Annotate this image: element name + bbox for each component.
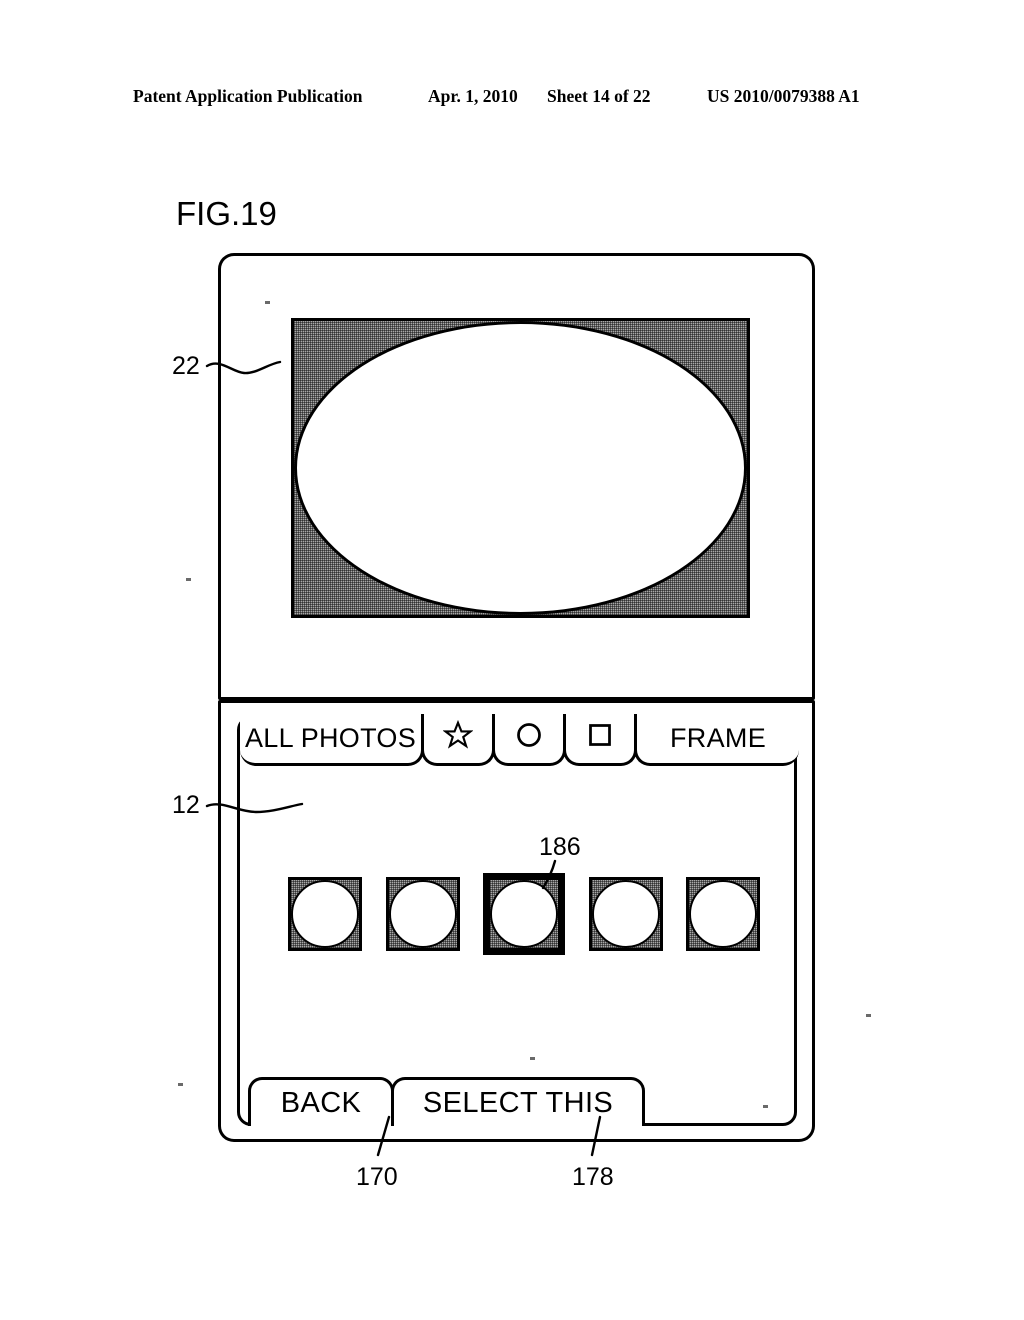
header-patent-number: US 2010/0079388 A1 [707, 86, 860, 106]
preview-image [291, 318, 750, 618]
tab-square[interactable] [563, 714, 637, 766]
scan-speck [530, 1057, 535, 1060]
page-header: Patent Application Publication Apr. 1, 2… [0, 86, 1024, 112]
category-tabstrip: ALL PHOTOS FRAME [240, 714, 799, 766]
select-this-button[interactable]: SELECT THIS [391, 1077, 645, 1126]
reference-numeral-178: 178 [572, 1163, 614, 1191]
scan-speck [265, 301, 270, 304]
tab-all-photos[interactable]: ALL PHOTOS [240, 714, 424, 766]
reference-numeral-170: 170 [356, 1163, 398, 1191]
thumbnail-item[interactable] [686, 877, 760, 951]
frame-thumbnail-strip [288, 873, 760, 955]
figure-title: FIG.19 [176, 195, 277, 232]
circle-frame-icon [689, 880, 757, 948]
back-button[interactable]: BACK [248, 1077, 394, 1126]
action-button-row: BACK SELECT THIS [248, 1077, 645, 1126]
tab-star[interactable] [421, 714, 495, 766]
tab-circle[interactable] [492, 714, 566, 766]
circle-frame-icon [388, 880, 457, 948]
reference-numeral-22: 22 [172, 352, 200, 380]
back-button-label: BACK [280, 1086, 362, 1119]
tab-frame[interactable]: FRAME [634, 714, 799, 766]
scan-speck [866, 1014, 871, 1017]
circle-icon [514, 720, 544, 757]
reference-numeral-186: 186 [539, 833, 581, 861]
square-icon [585, 720, 615, 757]
reference-numeral-12: 12 [172, 791, 200, 819]
scan-speck [178, 1083, 183, 1086]
select-this-button-label: SELECT THIS [422, 1086, 614, 1119]
tab-all-photos-label: ALL PHOTOS [244, 723, 417, 753]
circle-frame-icon [291, 880, 359, 948]
header-publication: Patent Application Publication [133, 86, 363, 106]
circle-frame-icon [591, 880, 660, 948]
preview-ellipse-mask [294, 321, 747, 615]
thumbnail-item-selected[interactable] [483, 873, 565, 955]
thumbnail-item[interactable] [385, 877, 460, 951]
scan-speck [186, 578, 191, 581]
scan-speck [763, 1105, 768, 1108]
header-sheet: Sheet 14 of 22 [547, 86, 651, 106]
thumbnail-item[interactable] [288, 877, 362, 951]
thumbnail-item[interactable] [588, 877, 663, 951]
circle-frame-icon [490, 880, 558, 948]
tab-frame-label: FRAME [670, 723, 766, 753]
header-date: Apr. 1, 2010 [428, 86, 518, 106]
star-icon [442, 719, 474, 757]
